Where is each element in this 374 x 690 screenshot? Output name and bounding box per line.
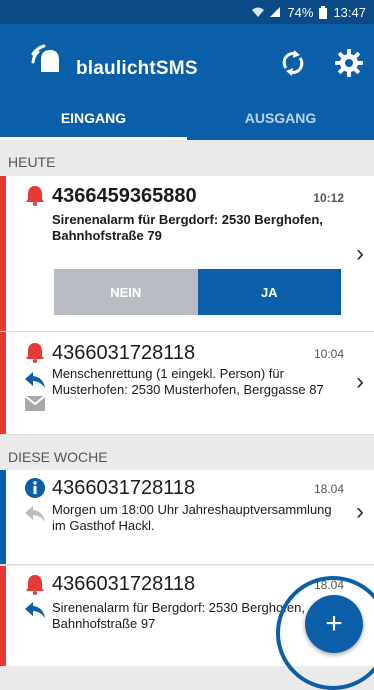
alarm-stripe — [0, 176, 6, 331]
battery-percentage: 74% — [287, 4, 314, 20]
chevron-right-icon[interactable]: › — [356, 368, 364, 396]
message-text: Morgen um 18:00 Uhr Jahreshauptversammlu… — [52, 502, 332, 533]
ja-button[interactable]: JA — [197, 269, 341, 315]
status-bar: 74% 13:47 — [0, 0, 374, 24]
status-time: 13:47 — [333, 4, 366, 20]
alarm-bell-icon — [26, 575, 44, 595]
new-message-button[interactable]: + — [305, 595, 363, 653]
sender-number: 4366459365880 — [52, 185, 197, 207]
alarm-stripe — [0, 332, 6, 434]
info-stripe — [0, 470, 6, 564]
app-title: blaulichtSMS — [76, 58, 198, 79]
tab-ausgang[interactable]: AUSGANG — [187, 96, 374, 140]
chevron-right-icon[interactable]: › — [356, 240, 364, 268]
info-icon — [25, 478, 45, 498]
siren-logo-icon — [31, 44, 59, 72]
settings-gear-icon[interactable] — [334, 48, 364, 78]
nein-button[interactable]: NEIN — [54, 269, 198, 315]
tab-bar: EINGANG AUSGANG — [0, 96, 374, 140]
signal-icon — [270, 7, 281, 17]
sms-envelope-icon — [25, 396, 45, 411]
reply-icon — [25, 602, 45, 618]
sender-number: 4366031728118 — [52, 342, 196, 364]
app-bar: blaulichtSMS — [0, 24, 374, 96]
alarm-bell-icon — [26, 186, 44, 206]
response-buttons: NEIN JA — [54, 269, 341, 315]
message-time: 10:12 — [313, 191, 344, 205]
plus-icon: + — [325, 607, 343, 640]
alarm-stripe — [0, 566, 6, 666]
battery-icon — [319, 5, 328, 19]
message-item[interactable]: 4366031728118 10:04 Menschenrettung (1 e… — [0, 332, 374, 435]
message-text: Sirenenalarm für Bergdorf: 2530 Berghofe… — [52, 212, 323, 243]
sync-icon[interactable] — [278, 48, 308, 78]
reply-icon — [25, 506, 45, 522]
wifi-icon — [252, 7, 265, 17]
message-item[interactable]: 4366459365880 10:12 Sirenenalarm für Ber… — [0, 176, 374, 332]
reply-icon — [25, 372, 45, 388]
sender-number: 4366031728118 — [52, 573, 196, 595]
section-header-week: DIESE WOCHE — [0, 443, 374, 471]
message-item[interactable]: 4366031728118 18.04 Morgen um 18:00 Uhr … — [0, 470, 374, 565]
status-icons — [251, 6, 281, 18]
tab-eingang[interactable]: EINGANG — [0, 96, 187, 140]
message-time: 10:04 — [313, 347, 344, 361]
alarm-bell-icon — [26, 343, 44, 363]
sender-number: 4366031728118 — [52, 477, 196, 499]
chevron-right-icon[interactable]: › — [356, 498, 364, 526]
message-text: Menschenrettung (1 eingekl. Person) für … — [52, 366, 324, 397]
section-header-today: HEUTE — [0, 148, 374, 176]
message-time: 18.04 — [313, 482, 344, 496]
